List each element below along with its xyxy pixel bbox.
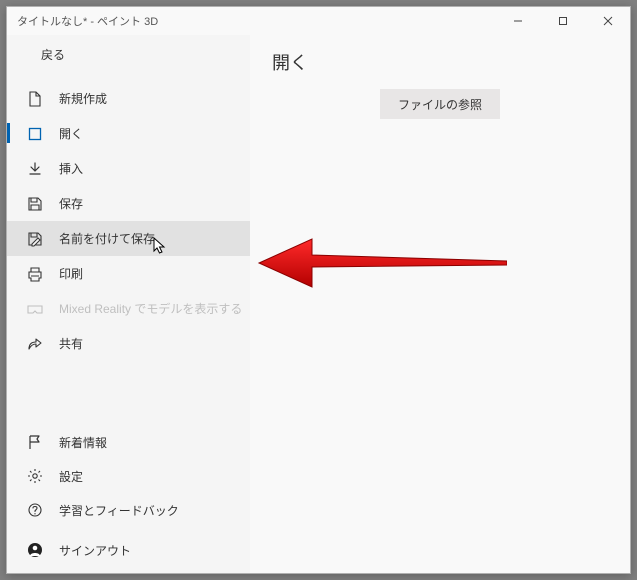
app-window: タイトルなし* - ペイント 3D 戻る [6, 6, 631, 574]
share-icon [27, 336, 43, 352]
sidebar-bottom: 新着情報 設定 学習とフィードバック [7, 425, 250, 573]
menu-label: 名前を付けて保存 [59, 230, 155, 247]
flag-icon [27, 434, 43, 450]
menu-label: 学習とフィードバック [59, 502, 179, 519]
menu-new[interactable]: 新規作成 [7, 81, 250, 116]
body: 戻る 新規作成 開く [7, 35, 630, 573]
menu-label: 新着情報 [59, 434, 107, 451]
vr-headset-icon [27, 301, 43, 317]
menu-label: 新規作成 [59, 90, 107, 107]
window-title: タイトルなし* - ペイント 3D [17, 13, 158, 29]
maximize-icon [558, 16, 568, 26]
open-icon [27, 126, 43, 142]
close-icon [603, 16, 613, 26]
menu-mixed-reality: Mixed Reality でモデルを表示する [7, 291, 250, 326]
menu-list: 新規作成 開く 挿入 [7, 73, 250, 361]
menu-insert[interactable]: 挿入 [7, 151, 250, 186]
menu-share[interactable]: 共有 [7, 326, 250, 361]
document-icon [27, 91, 43, 107]
maximize-button[interactable] [540, 7, 585, 35]
close-button[interactable] [585, 7, 630, 35]
menu-label: 開く [59, 125, 83, 142]
minimize-button[interactable] [495, 7, 540, 35]
menu-settings[interactable]: 設定 [7, 459, 250, 493]
sidebar-spacer [7, 361, 250, 425]
menu-print[interactable]: 印刷 [7, 256, 250, 291]
menu-label: サインアウト [59, 542, 131, 559]
menu-label: 印刷 [59, 265, 83, 282]
insert-icon [27, 161, 43, 177]
main-title: 開く [250, 49, 630, 75]
menu-learn[interactable]: 学習とフィードバック [7, 493, 250, 527]
menu-save[interactable]: 保存 [7, 186, 250, 221]
print-icon [27, 266, 43, 282]
main-panel: 開く ファイルの参照 [250, 35, 630, 573]
gear-icon [27, 468, 43, 484]
menu-signout[interactable]: サインアウト [7, 533, 250, 567]
mouse-cursor-icon [153, 237, 167, 255]
menu-label: 設定 [59, 468, 83, 485]
save-icon [27, 196, 43, 212]
menu-news[interactable]: 新着情報 [7, 425, 250, 459]
person-icon [27, 542, 43, 558]
menu-save-as[interactable]: 名前を付けて保存 [7, 221, 250, 256]
menu-label: 共有 [59, 335, 83, 352]
browse-files-button[interactable]: ファイルの参照 [380, 89, 500, 119]
menu-open[interactable]: 開く [7, 116, 250, 151]
menu-label: 保存 [59, 195, 83, 212]
sidebar: 戻る 新規作成 開く [7, 35, 250, 573]
back-label: 戻る [41, 46, 65, 63]
help-icon [27, 502, 43, 518]
titlebar: タイトルなし* - ペイント 3D [7, 7, 630, 35]
back-button[interactable]: 戻る [7, 35, 250, 73]
menu-label: Mixed Reality でモデルを表示する [59, 300, 242, 317]
minimize-icon [513, 16, 523, 26]
save-as-icon [27, 231, 43, 247]
caption-buttons [495, 7, 630, 35]
menu-label: 挿入 [59, 160, 83, 177]
